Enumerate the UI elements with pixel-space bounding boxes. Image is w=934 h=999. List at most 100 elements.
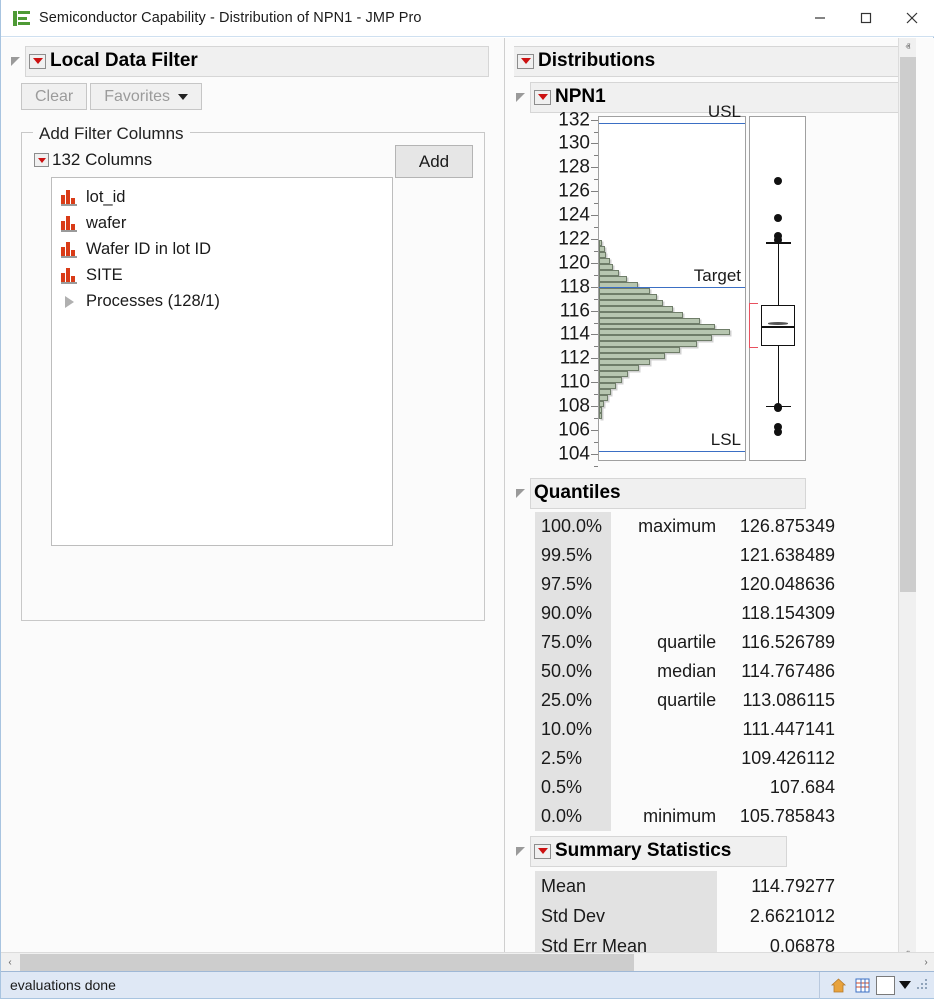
disclosure-triangle-icon[interactable] — [514, 487, 528, 501]
distributions-title: Distributions — [538, 50, 655, 72]
quantile-name: minimum — [611, 806, 720, 827]
summary-statistics-header[interactable]: Summary Statistics — [514, 836, 787, 867]
quantile-value: 114.767486 — [720, 661, 835, 682]
column-list[interactable]: lot_id wafer Wafer ID in lot ID SITE Pro… — [51, 177, 393, 546]
add-button[interactable]: Add — [395, 145, 473, 178]
quantiles-header[interactable]: Quantiles — [514, 478, 806, 509]
red-popup-menu-icon[interactable] — [29, 54, 46, 69]
quantile-percent: 2.5% — [535, 744, 611, 773]
disclosure-triangle-icon[interactable] — [9, 55, 23, 69]
list-item[interactable]: SITE — [52, 262, 392, 288]
spec-limit-line — [599, 287, 745, 288]
horizontal-scrollbar[interactable]: ‹ › — [1, 952, 934, 971]
triangle-right-icon[interactable] — [61, 294, 79, 309]
vertical-scroll-thumb[interactable] — [900, 57, 916, 592]
boxplot-outlier-point — [774, 214, 782, 222]
axis-tick-label: 128 — [558, 158, 590, 177]
favorites-button[interactable]: Favorites — [90, 83, 202, 110]
columns-popup-menu-icon[interactable] — [34, 153, 49, 167]
table-row: 50.0%median114.767486 — [535, 657, 835, 686]
dropdown-caret-icon[interactable] — [899, 981, 911, 989]
quantile-value: 118.154309 — [720, 603, 835, 624]
local-data-filter-header[interactable]: Local Data Filter — [9, 46, 489, 77]
boxplot-median-line — [761, 326, 795, 328]
disclosure-triangle-icon[interactable] — [514, 91, 528, 105]
red-popup-menu-icon[interactable] — [534, 844, 551, 859]
clear-button[interactable]: Clear — [21, 83, 87, 110]
red-popup-menu-icon[interactable] — [517, 54, 534, 69]
list-item[interactable]: wafer — [52, 210, 392, 236]
table-row: Std Dev2.6621012 — [535, 901, 835, 931]
statistic-value: 2.6621012 — [717, 906, 835, 927]
quantile-name: quartile — [611, 690, 720, 711]
axis-tick — [591, 406, 598, 407]
quantile-value: 120.048636 — [720, 574, 835, 595]
list-item[interactable]: Wafer ID in lot ID — [52, 236, 392, 262]
columns-count-row[interactable]: 132 Columns — [34, 150, 152, 170]
red-popup-menu-icon[interactable] — [534, 90, 551, 105]
status-bar: evaluations done — [1, 971, 934, 998]
axis-tick-label: 108 — [558, 397, 590, 416]
list-item-label: Wafer ID in lot ID — [86, 240, 211, 259]
histogram-plot[interactable]: USLTargetLSL — [598, 116, 746, 461]
axis-tick — [591, 358, 598, 359]
horizontal-scroll-thumb[interactable] — [20, 954, 634, 971]
distributions-pane: Distributions NPN1 132130128126124122120… — [506, 38, 916, 963]
columns-count-label: 132 Columns — [52, 150, 152, 170]
quantile-percent: 100.0% — [535, 512, 611, 541]
boxplot-shortest-half-bracket — [749, 303, 758, 348]
quantile-percent: 25.0% — [535, 686, 611, 715]
axis-tick — [591, 311, 598, 312]
vertical-scrollbar[interactable]: ⱏ ⱞ — [898, 38, 916, 963]
list-item-label: lot_id — [86, 188, 125, 207]
boxplot-outlier-point — [774, 404, 782, 412]
list-item[interactable]: Processes (128/1) — [52, 288, 392, 314]
axis-tick-label: 132 — [558, 110, 590, 129]
disclosure-triangle-icon[interactable] — [514, 845, 528, 859]
axis-tick — [591, 239, 598, 240]
scroll-up-icon[interactable]: ⱏ — [899, 38, 916, 56]
quantile-value: 109.426112 — [720, 748, 835, 769]
axis-tick-label: 110 — [560, 373, 590, 392]
white-box-icon[interactable] — [876, 976, 895, 995]
local-data-filter-pane: Local Data Filter Clear Favorites Add Fi… — [1, 38, 505, 963]
spec-limit-label: Target — [694, 266, 741, 286]
distributions-header[interactable]: Distributions — [514, 46, 906, 77]
scroll-left-icon[interactable]: ‹ — [1, 953, 19, 971]
table-row: 97.5% 120.048636 — [535, 570, 835, 599]
axis-tick — [591, 191, 598, 192]
minimize-button[interactable] — [797, 0, 843, 37]
list-item-label: Processes (128/1) — [86, 292, 220, 311]
axis-tick — [591, 120, 598, 121]
close-button[interactable] — [889, 0, 934, 37]
histogram-bar[interactable] — [599, 413, 602, 419]
axis-tick — [591, 143, 598, 144]
chart-y-axis: 1321301281261241221201181161141121101081… — [536, 116, 598, 461]
chevron-down-icon — [178, 94, 188, 100]
spec-limit-line — [599, 451, 745, 452]
summary-statistics-title: Summary Statistics — [555, 840, 731, 862]
list-item[interactable]: lot_id — [52, 184, 392, 210]
axis-tick-minor — [594, 466, 598, 467]
quantile-percent: 0.5% — [535, 773, 611, 802]
axis-tick-label: 124 — [558, 206, 590, 225]
status-message: evaluations done — [10, 977, 116, 993]
quantile-percent: 75.0% — [535, 628, 611, 657]
boxplot-panel[interactable] — [749, 116, 806, 461]
axis-tick — [591, 382, 598, 383]
quantile-value: 111.447141 — [720, 719, 835, 740]
grid-icon[interactable] — [852, 975, 872, 995]
axis-tick-label: 118 — [560, 277, 590, 296]
scroll-right-icon[interactable]: › — [917, 953, 934, 971]
maximize-button[interactable] — [843, 0, 889, 37]
window-controls — [797, 0, 934, 37]
add-filter-columns-label: Add Filter Columns — [33, 124, 190, 144]
nominal-bars-icon — [61, 190, 79, 205]
spec-limit-line — [599, 123, 745, 124]
resize-grip-icon[interactable] — [917, 979, 929, 991]
table-row: 90.0%118.154309 — [535, 599, 835, 628]
quantile-percent: 97.5% — [535, 570, 611, 599]
axis-tick-label: 116 — [560, 301, 590, 320]
home-icon[interactable] — [828, 975, 848, 995]
clear-button-label: Clear — [35, 88, 73, 106]
